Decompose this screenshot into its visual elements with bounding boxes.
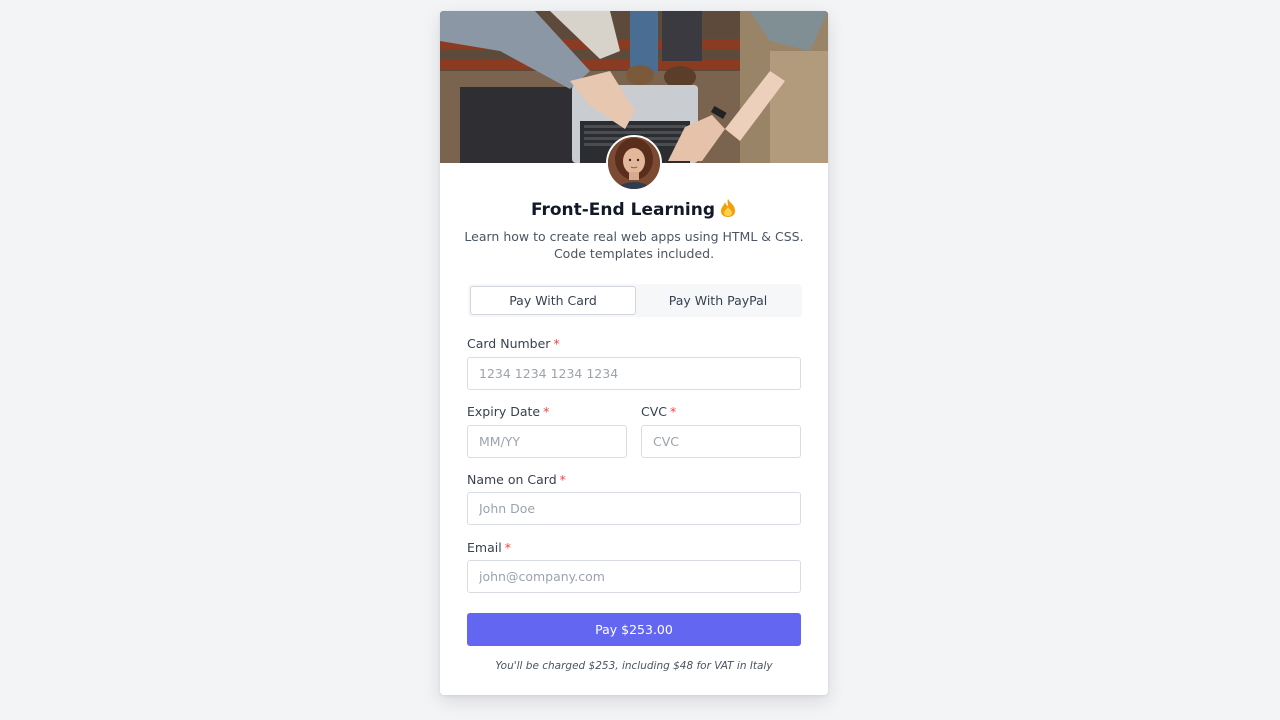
description-line-1: Learn how to create real web apps using … (464, 229, 804, 244)
email-label: Email * (467, 540, 511, 555)
fire-icon (719, 198, 737, 224)
card-number-label: Card Number * (467, 336, 560, 351)
cvc-input[interactable] (641, 425, 801, 458)
tab-pay-with-paypal[interactable]: Pay With PayPal (636, 286, 800, 315)
name-on-card-label-text: Name on Card (467, 472, 557, 487)
course-title-text: Front-End Learning (530, 200, 716, 220)
email-label-text: Email (467, 540, 502, 555)
course-description: Learn how to create real web apps using … (464, 228, 804, 262)
checkout-card: Front-End Learning Learn how to create r… (440, 11, 828, 695)
expiry-date-label-text: Expiry Date (467, 404, 541, 419)
avatar (606, 135, 662, 191)
required-marker: * (559, 472, 566, 487)
name-on-card-label: Name on Card * (467, 472, 566, 487)
course-title: Front-End Learning (440, 198, 828, 224)
card-number-label-text: Card Number (467, 336, 551, 351)
expiry-date-input[interactable] (467, 425, 627, 458)
required-marker: * (504, 540, 511, 555)
required-marker: * (670, 404, 677, 419)
description-line-2: Code templates included. (553, 246, 715, 261)
tab-pay-with-card[interactable]: Pay With Card (470, 286, 636, 315)
charge-note: You'll be charged $253, including $48 fo… (495, 660, 773, 672)
email-input[interactable] (467, 560, 801, 593)
expiry-date-label: Expiry Date * (467, 404, 549, 419)
pay-button[interactable]: Pay $253.00 (467, 613, 801, 646)
required-marker: * (553, 336, 560, 351)
required-marker: * (543, 404, 550, 419)
cvc-label: CVC * (641, 404, 676, 419)
payment-method-tabs: Pay With Card Pay With PayPal (468, 284, 802, 317)
cvc-label-text: CVC (641, 404, 668, 419)
card-number-input[interactable] (467, 357, 801, 390)
name-on-card-input[interactable] (467, 492, 801, 525)
